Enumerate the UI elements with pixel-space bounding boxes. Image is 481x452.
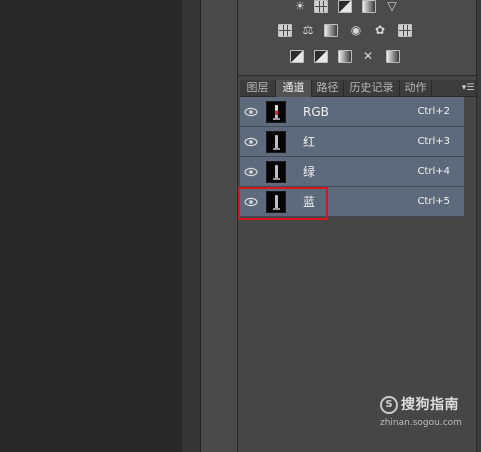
sogou-logo-icon: S [380, 396, 398, 414]
panel-scrollbar[interactable] [476, 0, 481, 452]
visibility-eye-icon[interactable] [244, 165, 258, 179]
panel-tabs: 图层 通道 路径 历史记录 动作 ▾☰ [240, 80, 476, 97]
color-lookup-icon[interactable] [398, 24, 412, 37]
document-canvas-area[interactable] [0, 0, 182, 452]
channel-name: RGB [303, 105, 329, 119]
watermark: S 搜狗指南 zhinan.sogou.com [380, 396, 476, 432]
channel-thumbnail [266, 131, 286, 153]
channel-name: 红 [303, 135, 316, 149]
color-balance-icon[interactable]: ⚖ [300, 24, 316, 37]
visibility-eye-icon[interactable] [244, 105, 258, 119]
tab-layers[interactable]: 图层 [240, 80, 276, 97]
black-white-icon[interactable] [324, 24, 338, 37]
exposure-icon[interactable] [362, 0, 376, 13]
panel-menu-icon[interactable]: ▾☰ [460, 80, 476, 96]
tab-history[interactable]: 历史记录 [344, 80, 400, 97]
panel-dock-gap [182, 0, 200, 452]
threshold-icon[interactable] [338, 50, 352, 63]
visibility-eye-icon[interactable] [244, 135, 258, 149]
tab-channels[interactable]: 通道 [276, 80, 312, 97]
channel-name: 绿 [303, 165, 316, 179]
collapsed-panel-strip[interactable] [200, 0, 238, 452]
tab-paths[interactable]: 路径 [312, 80, 344, 97]
curves-icon[interactable] [338, 0, 352, 13]
hue-saturation-icon[interactable] [278, 24, 292, 37]
channel-thumbnail [266, 101, 286, 123]
vibrance-icon[interactable]: ▽ [384, 0, 400, 13]
channel-thumbnail [266, 161, 286, 183]
watermark-url: zhinan.sogou.com [380, 418, 462, 428]
channel-shortcut: Ctrl+3 [417, 136, 450, 147]
channel-row-red[interactable]: 红 Ctrl+3 [240, 127, 464, 157]
levels-icon[interactable] [314, 0, 328, 13]
watermark-title: 搜狗指南 [401, 397, 459, 413]
selective-color-icon[interactable]: ✕ [360, 50, 376, 63]
adjustments-panel: ☀ ▽ ⚖ ◉ ✿ ✕ [238, 0, 476, 76]
gradient-map-icon[interactable] [386, 50, 400, 63]
brightness-icon[interactable]: ☀ [292, 0, 308, 13]
invert-icon[interactable] [290, 50, 304, 63]
channel-shortcut: Ctrl+5 [417, 196, 450, 207]
posterize-icon[interactable] [314, 50, 328, 63]
photo-filter-icon[interactable]: ◉ [348, 24, 364, 37]
channel-row-green[interactable]: 绿 Ctrl+4 [240, 157, 464, 187]
channel-mixer-icon[interactable]: ✿ [372, 24, 388, 37]
channel-shortcut: Ctrl+2 [417, 106, 450, 117]
tab-actions[interactable]: 动作 [400, 80, 432, 97]
highlight-annotation-box [238, 187, 328, 220]
channel-row-rgb[interactable]: RGB Ctrl+2 [240, 97, 464, 127]
channel-shortcut: Ctrl+4 [417, 166, 450, 177]
